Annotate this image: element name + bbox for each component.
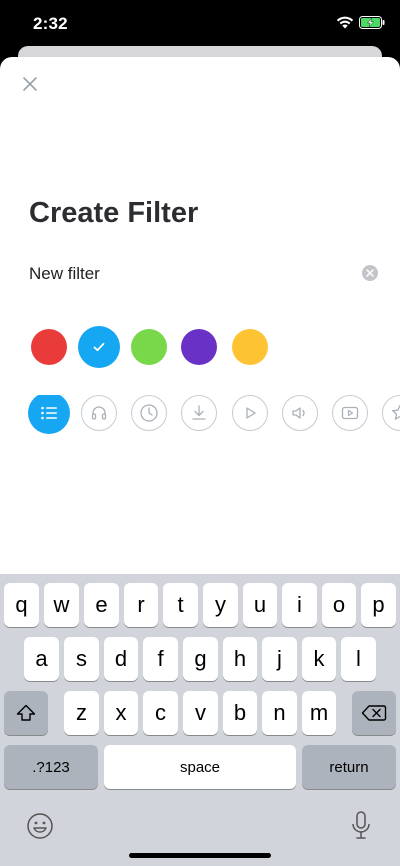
star-icon: [392, 404, 400, 420]
key-u[interactable]: u: [243, 583, 277, 627]
key-z[interactable]: z: [64, 691, 99, 735]
backspace-icon: [361, 705, 387, 721]
key-c[interactable]: c: [143, 691, 178, 735]
key-v[interactable]: v: [183, 691, 218, 735]
key-d[interactable]: d: [104, 637, 138, 681]
video-icon: [341, 406, 359, 420]
key-i[interactable]: i: [282, 583, 317, 627]
icon-option-clock[interactable]: [131, 395, 167, 431]
icon-option-video[interactable]: [332, 395, 368, 431]
onscreen-keyboard: q w e r t y u i o p a s d f g h j k l z …: [0, 574, 400, 866]
shift-key[interactable]: [4, 691, 48, 735]
microphone-icon[interactable]: [350, 810, 372, 842]
clear-text-button[interactable]: [362, 265, 378, 281]
status-time: 2:32: [33, 14, 68, 33]
color-swatch-purple[interactable]: [181, 329, 217, 365]
clock-icon: [140, 404, 158, 422]
key-x[interactable]: x: [104, 691, 138, 735]
status-bar: 2:32: [0, 0, 400, 48]
key-q[interactable]: q: [4, 583, 39, 627]
numbers-key[interactable]: .?123: [4, 745, 98, 789]
key-l[interactable]: l: [341, 637, 376, 681]
key-p[interactable]: p: [361, 583, 396, 627]
emoji-icon[interactable]: [26, 812, 54, 840]
close-icon[interactable]: [20, 74, 40, 94]
icon-option-list[interactable]: [28, 395, 70, 434]
speaker-icon: [292, 407, 305, 419]
key-w[interactable]: w: [44, 583, 79, 627]
color-picker: [31, 326, 391, 369]
home-indicator[interactable]: [129, 853, 271, 858]
color-swatch-blue[interactable]: [78, 326, 120, 368]
color-swatch-green[interactable]: [131, 329, 167, 365]
key-b[interactable]: b: [223, 691, 257, 735]
color-swatch-red[interactable]: [31, 329, 67, 365]
icon-option-headphones[interactable]: [81, 395, 117, 431]
filter-icon-picker: [28, 395, 400, 435]
clear-x-icon: [366, 269, 374, 277]
key-t[interactable]: t: [163, 583, 198, 627]
key-f[interactable]: f: [143, 637, 178, 681]
key-j[interactable]: j: [262, 637, 297, 681]
key-o[interactable]: o: [322, 583, 356, 627]
checkmark-icon: [93, 342, 105, 352]
icon-option-star[interactable]: [382, 395, 400, 431]
icon-option-speaker[interactable]: [282, 395, 318, 431]
play-icon: [246, 407, 256, 419]
battery-charging-icon: [359, 16, 385, 29]
filter-name-input[interactable]: [29, 262, 349, 286]
list-icon: [41, 406, 57, 420]
icon-option-play[interactable]: [232, 395, 268, 431]
return-key[interactable]: return: [302, 745, 396, 789]
key-m[interactable]: m: [302, 691, 336, 735]
key-h[interactable]: h: [223, 637, 257, 681]
key-r[interactable]: r: [124, 583, 158, 627]
space-key[interactable]: space: [104, 745, 296, 789]
key-s[interactable]: s: [64, 637, 99, 681]
page-title: Create Filter: [29, 197, 199, 229]
download-icon: [192, 405, 206, 420]
icon-option-download[interactable]: [181, 395, 217, 431]
key-k[interactable]: k: [302, 637, 336, 681]
key-g[interactable]: g: [183, 637, 218, 681]
shift-icon: [16, 704, 36, 721]
key-a[interactable]: a: [24, 637, 59, 681]
key-e[interactable]: e: [84, 583, 119, 627]
key-y[interactable]: y: [203, 583, 238, 627]
color-swatch-yellow[interactable]: [232, 329, 268, 365]
wifi-icon: [336, 16, 354, 29]
backspace-key[interactable]: [352, 691, 396, 735]
headphones-icon: [91, 406, 107, 420]
key-n[interactable]: n: [262, 691, 297, 735]
